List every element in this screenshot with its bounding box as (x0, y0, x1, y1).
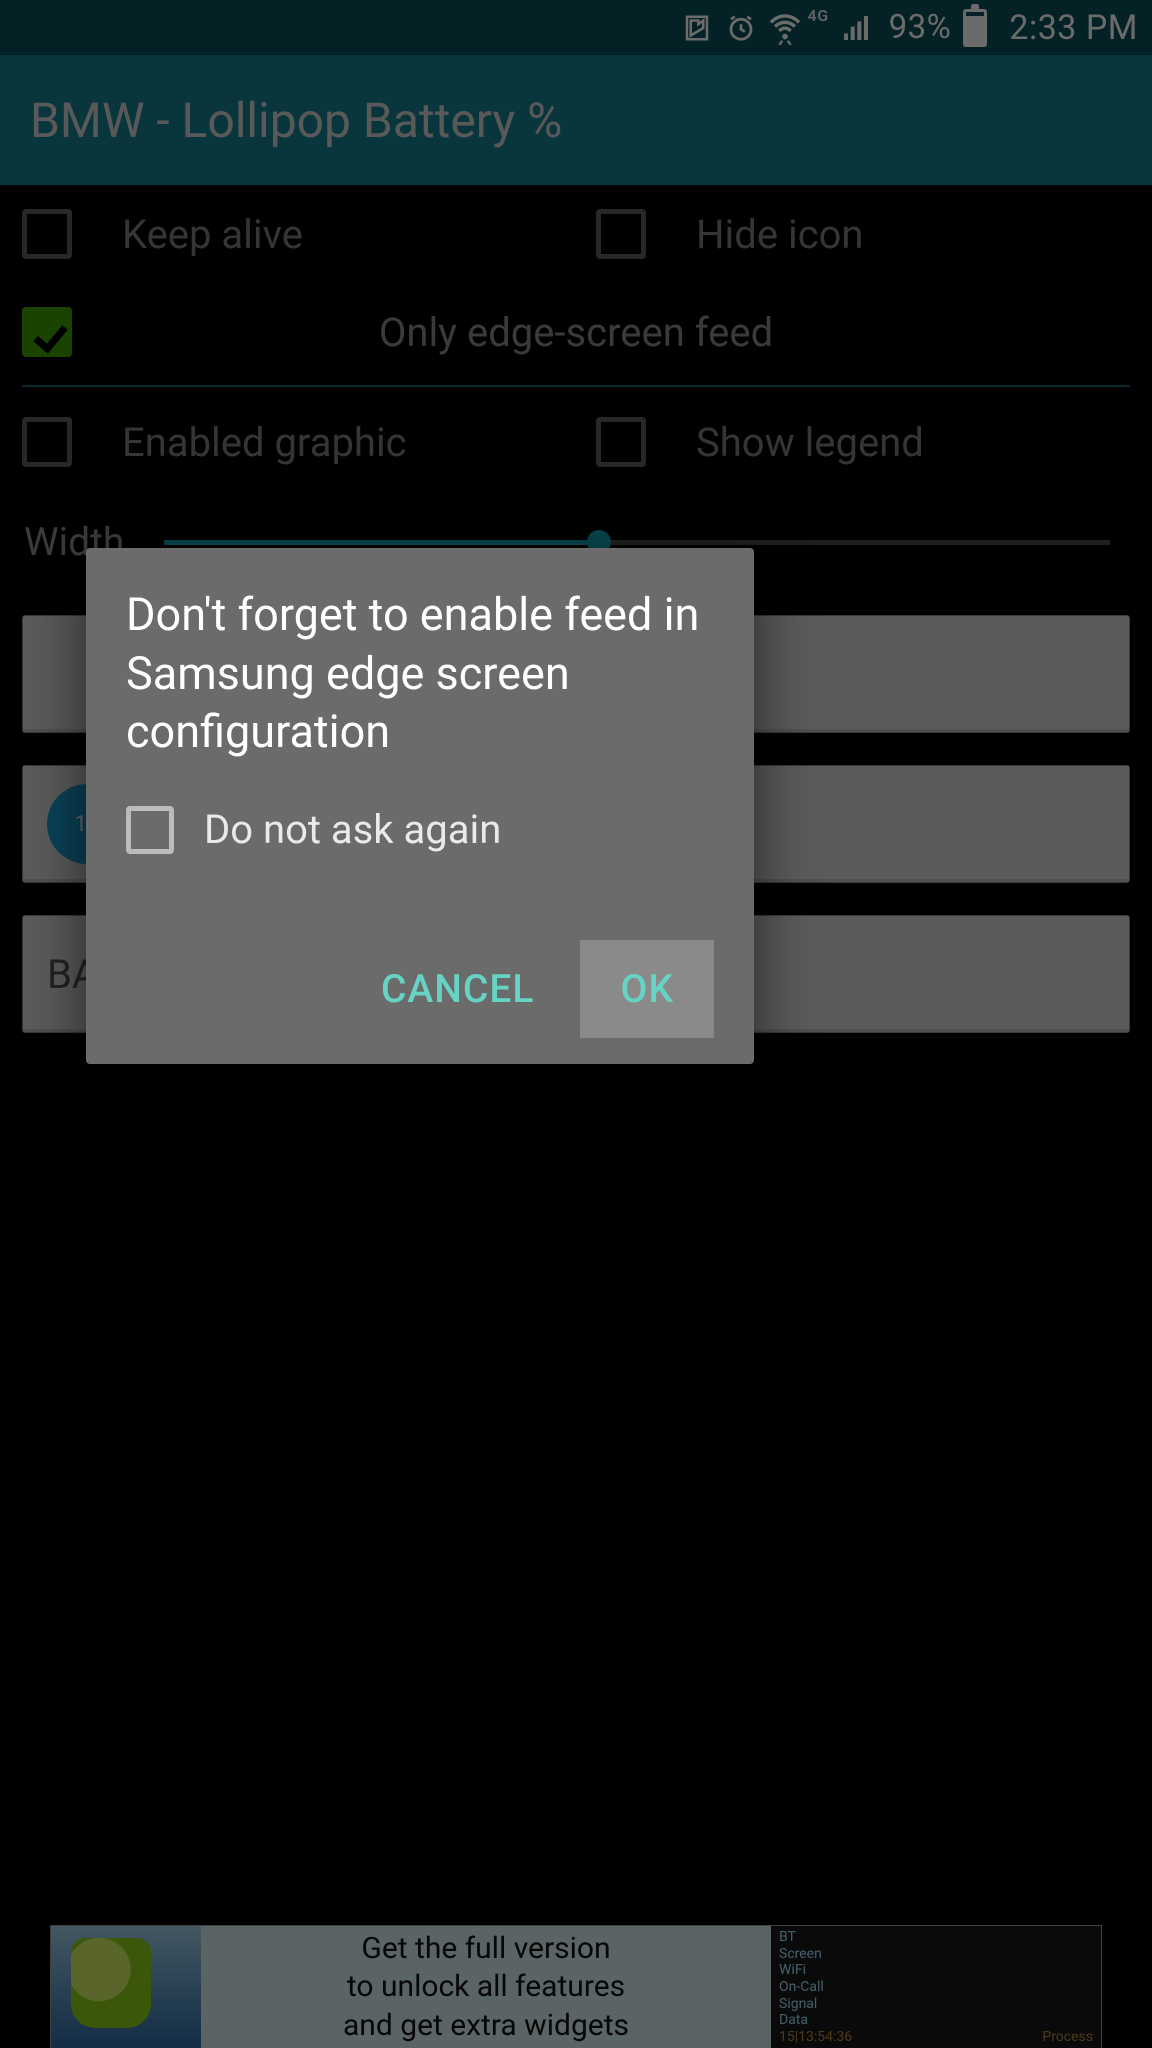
dialog-actions: CANCEL OK (126, 940, 714, 1038)
dont-ask-row[interactable]: Do not ask again (126, 806, 714, 854)
cancel-button[interactable]: CANCEL (363, 946, 553, 1032)
dont-ask-checkbox[interactable] (126, 806, 174, 854)
dialog-message: Don't forget to enable feed in Samsung e… (126, 586, 714, 762)
reminder-dialog: Don't forget to enable feed in Samsung e… (86, 548, 754, 1064)
dont-ask-label: Do not ask again (204, 806, 501, 853)
ok-button[interactable]: OK (580, 940, 714, 1038)
